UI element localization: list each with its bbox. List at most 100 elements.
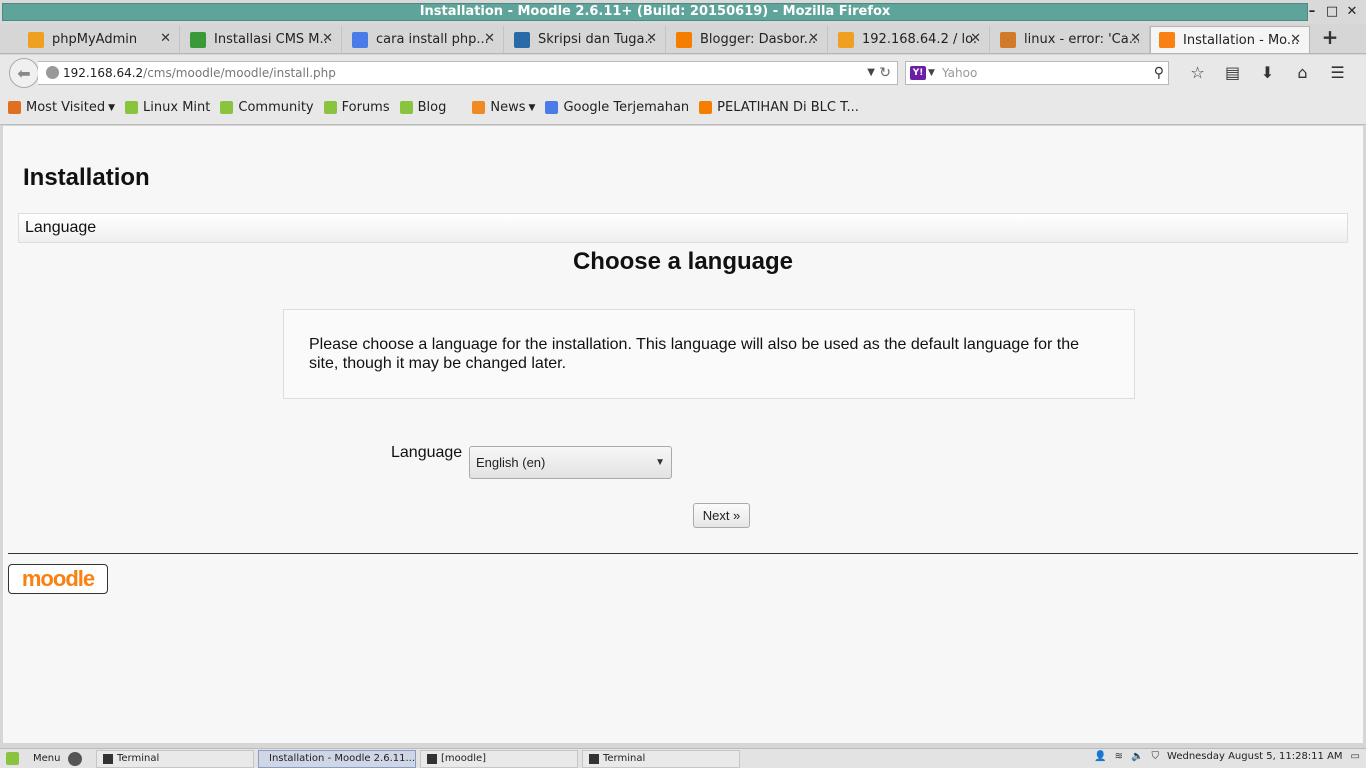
phpmyadmin-icon	[838, 31, 854, 48]
stackoverflow-icon	[1000, 31, 1016, 48]
search-placeholder: Yahoo	[942, 66, 978, 80]
bookmarks-toolbar: Most Visited ▼ Linux Mint Community Forums Bl…	[0, 91, 1366, 125]
bookmark-favicon-icon	[472, 101, 486, 114]
tab-2[interactable]: Installasi CMS M... ✕	[182, 26, 342, 53]
window-icon	[427, 753, 437, 764]
tab-label: Installasi CMS M...	[214, 32, 329, 47]
tab-4[interactable]: Skripsi dan Tuga... ✕	[506, 26, 666, 53]
moodle-icon	[1159, 32, 1175, 48]
tab-label: Blogger: Dasbor...	[700, 32, 815, 47]
close-tab-icon[interactable]: ✕	[646, 31, 657, 46]
taskbar-item-label: Terminal	[603, 753, 646, 764]
bookmark-item[interactable]: Community	[220, 100, 314, 115]
tab-7[interactable]: linux - error: 'Ca... ✕	[992, 26, 1150, 53]
close-icon[interactable]: ✕	[1344, 2, 1360, 20]
language-section-header: Language	[18, 213, 1348, 243]
language-select[interactable]: English (en) ▼	[469, 446, 672, 479]
menu-icon[interactable]: ☰	[1320, 63, 1355, 82]
choose-language-heading: Choose a language	[572, 248, 794, 275]
home-icon[interactable]: ⌂	[1285, 63, 1320, 82]
system-tray: 👤 ≋ 🔈 ⛉ Wednesday August 5, 11:28:11 AM …	[1094, 751, 1360, 762]
blogger-icon	[676, 31, 692, 48]
taskbar-item-label: Terminal	[117, 753, 160, 764]
bookmark-item[interactable]: News ▼	[472, 100, 535, 115]
moodle-logo[interactable]: moodle	[8, 564, 108, 594]
url-history-dropdown-icon[interactable]: ▼	[867, 62, 875, 84]
back-button[interactable]: ⬅	[9, 58, 39, 88]
bookmark-item[interactable]: Blog	[399, 100, 446, 115]
bookmark-favicon-icon	[323, 101, 337, 114]
language-selected-value: English (en)	[476, 455, 546, 470]
bookmark-item[interactable]: Linux Mint	[125, 100, 210, 115]
notification-icon[interactable]: ▭	[1351, 751, 1360, 762]
bookmark-item[interactable]: Forums	[323, 100, 390, 115]
url-bar[interactable]: 192.168.64.2/cms/moodle/moodle/install.p…	[38, 61, 898, 85]
bookmark-label: Google Terjemahan	[563, 100, 690, 115]
network-icon[interactable]: ≋	[1115, 751, 1123, 762]
bookmark-favicon-icon	[8, 101, 21, 114]
bookmark-star-icon[interactable]: ☆	[1180, 63, 1215, 82]
globe-icon	[514, 31, 530, 48]
taskbar-item[interactable]: [moodle]	[420, 749, 578, 768]
bookmark-label: PELATIHAN Di BLC T...	[717, 100, 859, 115]
window-icon	[103, 753, 113, 764]
tab-1[interactable]: phpMyAdmin ✕	[20, 26, 180, 53]
navigation-bar: ⬅ 192.168.64.2/cms/moodle/moodle/install…	[0, 55, 1366, 91]
new-tab-button[interactable]: +	[1318, 26, 1342, 50]
phpmyadmin-icon	[28, 31, 44, 48]
bookmark-favicon-icon	[699, 101, 713, 114]
info-box: Please choose a language for the install…	[283, 309, 1135, 399]
maximize-icon[interactable]: □	[1324, 2, 1340, 20]
bookmark-item[interactable]: Google Terjemahan	[545, 100, 689, 115]
taskbar-item[interactable]: Installation - Moodle 2.6.11...	[258, 749, 416, 768]
search-icon[interactable]: ⚲	[1154, 62, 1164, 84]
tab-5[interactable]: Blogger: Dasbor... ✕	[668, 26, 828, 53]
taskbar-item[interactable]: Terminal	[96, 749, 254, 768]
window-titlebar[interactable]: Installation - Moodle 2.6.11+ (Build: 20…	[0, 0, 1366, 24]
menu-label: Menu	[33, 753, 61, 764]
browser-launcher-icon[interactable]	[68, 751, 82, 766]
bookmark-item[interactable]: Most Visited ▼	[8, 100, 115, 115]
bookmark-label: Linux Mint	[143, 100, 211, 115]
reload-icon[interactable]: ↻	[879, 62, 891, 84]
next-button[interactable]: Next »	[693, 503, 750, 528]
taskbar-item[interactable]: Terminal	[582, 749, 740, 768]
tab-label: linux - error: 'Ca...	[1024, 32, 1139, 47]
clock[interactable]: Wednesday August 5, 11:28:11 AM	[1167, 751, 1343, 762]
bookmark-label: Most Visited	[26, 100, 106, 115]
bookmark-item[interactable]: PELATIHAN Di BLC T...	[699, 100, 859, 115]
minimize-icon[interactable]: –	[1304, 2, 1320, 20]
downloads-icon[interactable]: ⬇	[1250, 63, 1285, 82]
tab-6[interactable]: 192.168.64.2 / lo... ✕	[830, 26, 990, 53]
close-tab-icon[interactable]: ✕	[1130, 31, 1141, 46]
close-tab-icon[interactable]: ✕	[1290, 32, 1301, 47]
volume-icon[interactable]: 🔈	[1131, 751, 1143, 762]
close-tab-icon[interactable]: ✕	[808, 31, 819, 46]
tab-8[interactable]: Installation - Mo... ✕	[1150, 26, 1310, 53]
tab-label: Skripsi dan Tuga...	[538, 32, 653, 47]
url-path: /cms/moodle/moodle/install.php	[143, 66, 336, 80]
bookmark-favicon-icon	[545, 101, 559, 114]
search-bar[interactable]: Y! ▼ Yahoo ⚲	[905, 61, 1169, 85]
user-icon[interactable]: 👤	[1094, 751, 1106, 762]
tab-3[interactable]: cara install php... ✕	[344, 26, 504, 53]
tab-label: Installation - Mo...	[1183, 32, 1298, 48]
taskbar-item-label: Installation - Moodle 2.6.11...	[269, 753, 416, 764]
bookmark-label: Community	[238, 100, 314, 115]
close-tab-icon[interactable]: ✕	[160, 31, 171, 46]
linux-mint-icon	[6, 752, 19, 765]
chevron-down-icon: ▼	[528, 102, 536, 113]
bookmark-favicon-icon	[220, 101, 234, 114]
reading-list-icon[interactable]: ▤	[1215, 63, 1250, 82]
start-menu-button[interactable]: Menu	[0, 752, 64, 765]
back-arrow-icon: ⬅	[17, 63, 31, 83]
chevron-down-icon: ▼	[655, 457, 665, 468]
search-engine-dropdown-icon[interactable]: ▼	[928, 62, 935, 84]
site-identity-icon[interactable]	[46, 66, 59, 79]
yahoo-icon[interactable]: Y!	[910, 66, 926, 80]
footer-divider	[8, 553, 1358, 554]
close-tab-icon[interactable]: ✕	[970, 31, 981, 46]
close-tab-icon[interactable]: ✕	[322, 31, 333, 46]
shield-icon[interactable]: ⛉	[1152, 751, 1160, 762]
close-tab-icon[interactable]: ✕	[484, 31, 495, 46]
